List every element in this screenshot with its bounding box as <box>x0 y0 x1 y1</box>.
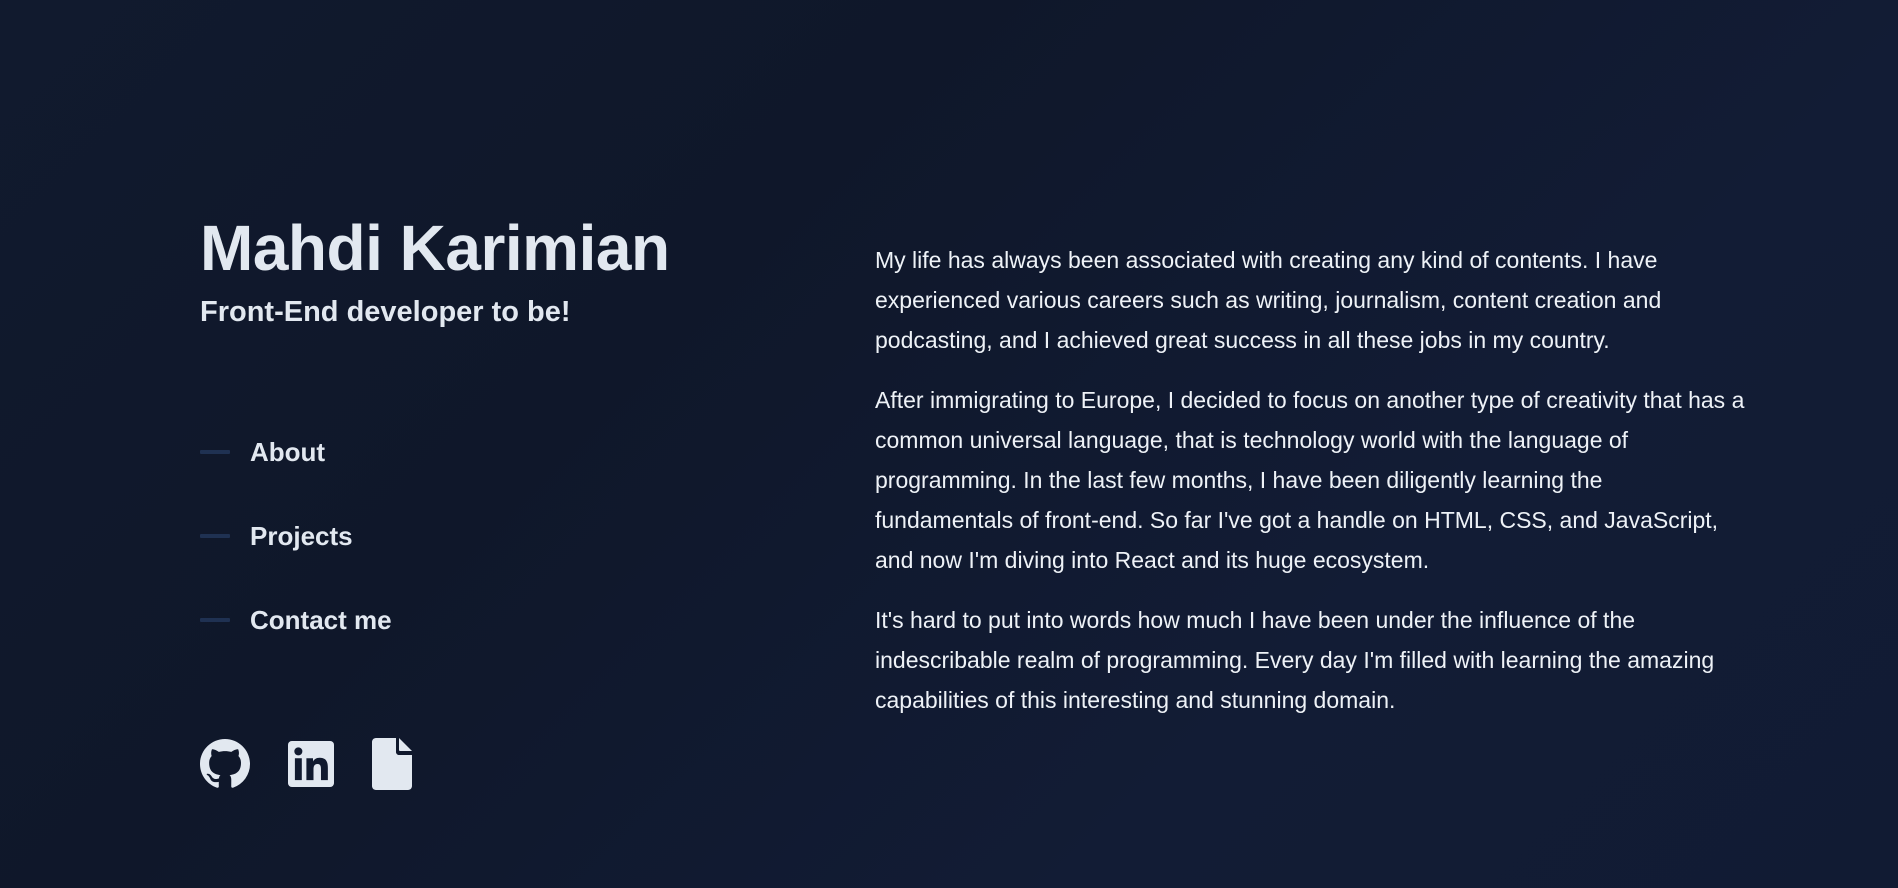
linkedin-icon <box>288 741 334 787</box>
nav-indicator-line <box>200 534 230 538</box>
nav-item-contact-me[interactable]: Contact me <box>200 600 392 640</box>
page-title: Mahdi Karimian <box>200 212 670 284</box>
github-icon <box>200 739 250 788</box>
tagline: Front-End developer to be! <box>200 296 571 328</box>
nav-item-about[interactable]: About <box>200 432 392 472</box>
about-paragraph: It's hard to put into words how much I h… <box>875 607 1715 713</box>
nav-indicator-line <box>200 450 230 454</box>
nav-item-label: Projects <box>250 520 353 551</box>
profile-header: Mahdi Karimian Front-End developer to be… <box>200 212 760 330</box>
github-link[interactable] <box>200 739 250 789</box>
resume-link[interactable] <box>372 738 412 790</box>
main-nav: About Projects Contact me <box>200 432 392 684</box>
nav-item-projects[interactable]: Projects <box>200 516 392 556</box>
about-paragraph: After immigrating to Europe, I decided t… <box>875 387 1745 573</box>
nav-item-label: About <box>250 436 326 467</box>
nav-indicator-line <box>200 618 230 622</box>
about-paragraph: My life has always been associated with … <box>875 247 1662 353</box>
document-icon <box>372 738 412 790</box>
about-section: My life has always been associated with … <box>875 240 1745 740</box>
nav-item-label: Contact me <box>250 604 392 635</box>
linkedin-link[interactable] <box>288 741 334 787</box>
social-links <box>200 738 450 790</box>
